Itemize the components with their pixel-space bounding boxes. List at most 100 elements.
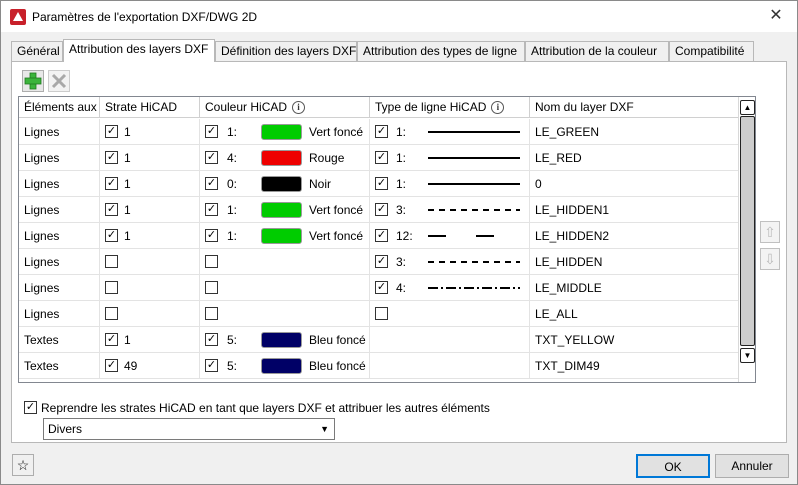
delete-x-icon [51, 73, 67, 89]
add-row-button[interactable] [22, 70, 44, 92]
plus-icon [24, 72, 42, 90]
table-row[interactable]: Lignes ✓ 3: LE_HIDDEN [19, 249, 739, 275]
strate-value: 1 [124, 177, 131, 191]
table-row[interactable]: Textes ✓ 1 ✓ 5: Bleu foncé TXT_YELLOW [19, 327, 739, 353]
checkbox[interactable]: ✓ [105, 125, 118, 138]
color-swatch [261, 124, 302, 140]
checkbox[interactable] [105, 255, 118, 268]
color-swatch [261, 202, 302, 218]
col-type-ligne[interactable]: Type de ligne HiCAD i [370, 97, 530, 118]
close-icon[interactable]: ✕ [763, 5, 789, 27]
cell-couleur: ✓ 1: Vert foncé [200, 197, 370, 223]
info-icon[interactable]: i [292, 101, 306, 115]
checkbox[interactable]: ✓ [105, 229, 118, 242]
checkbox[interactable]: ✓ [105, 333, 118, 346]
checkbox[interactable]: ✓ [205, 359, 218, 372]
strate-value: 1 [124, 151, 131, 165]
scroll-down-icon[interactable]: ▼ [740, 348, 755, 363]
tab-general[interactable]: Général [11, 41, 63, 62]
checkbox[interactable]: ✓ [205, 125, 218, 138]
color-number: 0: [227, 177, 238, 191]
strate-value: 1 [124, 333, 131, 347]
checkbox[interactable]: ✓ [105, 203, 118, 216]
checkbox[interactable] [375, 307, 388, 320]
checkbox[interactable]: ✓ [205, 151, 218, 164]
cancel-button[interactable]: Annuler [715, 454, 789, 478]
tab-attribution-types-ligne[interactable]: Attribution des types de ligne [357, 41, 525, 62]
checkbox[interactable]: ✓ [375, 203, 388, 216]
cell-strate: ✓ 1 [100, 145, 200, 171]
scroll-up-icon[interactable]: ▲ [740, 100, 755, 115]
col-nom-layer[interactable]: Nom du layer DXF [530, 97, 739, 118]
table-row[interactable]: Lignes LE_ALL [19, 301, 739, 327]
cell-type-ligne: ✓ 1: [370, 145, 530, 171]
color-number: 1: [227, 229, 238, 243]
color-swatch [261, 332, 302, 348]
checkbox[interactable]: ✓ [105, 177, 118, 190]
cell-layer-name: LE_GREEN [530, 119, 739, 145]
color-number: 5: [227, 359, 238, 373]
checkbox[interactable]: ✓ [375, 281, 388, 294]
checkbox[interactable]: ✓ [205, 333, 218, 346]
checkbox[interactable]: ✓ [105, 359, 118, 372]
table-row[interactable]: Lignes ✓ 1 ✓ 1: Vert foncé ✓ 3: LE_HIDDEN1 [19, 197, 739, 223]
cell-type-ligne [370, 353, 530, 379]
checkbox[interactable]: ✓ [205, 229, 218, 242]
table-row[interactable]: Lignes ✓ 1 ✓ 0: Noir ✓ 1: 0 [19, 171, 739, 197]
scroll-thumb[interactable] [740, 116, 755, 346]
tab-compatibilite[interactable]: Compatibilité [669, 41, 754, 62]
layer-table: Éléments aux Strate HiCAD Couleur HiCAD i… [18, 96, 756, 383]
table-row[interactable]: Textes ✓ 49 ✓ 5: Bleu foncé TXT_DIM49 [19, 353, 739, 379]
checkbox[interactable] [205, 307, 218, 320]
checkbox[interactable] [205, 281, 218, 294]
move-up-button[interactable]: ⇧ [760, 221, 780, 243]
color-swatch [261, 228, 302, 244]
checkbox[interactable] [105, 281, 118, 294]
cell-type-ligne: ✓ 3: [370, 197, 530, 223]
checkbox[interactable]: ✓ [375, 255, 388, 268]
col-couleur[interactable]: Couleur HiCAD i [200, 97, 370, 118]
table-row[interactable]: Lignes ✓ 1 ✓ 1: Vert foncé ✓ 1: LE_GREEN [19, 119, 739, 145]
checkbox[interactable]: ✓ [205, 203, 218, 216]
move-down-button[interactable]: ⇩ [760, 248, 780, 270]
tab-definition-layers[interactable]: Définition des layers DXF [215, 41, 357, 62]
cell-strate [100, 301, 200, 327]
linetype-number: 3: [396, 255, 407, 269]
window-title: Paramètres de l'exportation DXF/DWG 2D [32, 10, 258, 24]
dropdown-value: Divers [48, 422, 83, 436]
cell-element: Lignes [19, 171, 100, 197]
color-name: Bleu foncé [309, 359, 366, 373]
checkbox[interactable]: ✓ [375, 177, 388, 190]
tab-attribution-layers[interactable]: Attribution des layers DXF [63, 39, 215, 62]
favorite-star-button[interactable]: ☆ [12, 454, 34, 476]
checkbox[interactable]: ✓ [375, 151, 388, 164]
ok-button[interactable]: OK [636, 454, 710, 478]
table-row[interactable]: Lignes ✓ 1 ✓ 4: Rouge ✓ 1: LE_RED [19, 145, 739, 171]
reprendre-checkbox[interactable]: ✓ [24, 401, 37, 414]
col-elements[interactable]: Éléments aux [19, 97, 100, 118]
linetype-preview [428, 235, 520, 237]
checkbox[interactable]: ✓ [205, 177, 218, 190]
cell-layer-name: LE_HIDDEN2 [530, 223, 739, 249]
checkbox[interactable]: ✓ [105, 151, 118, 164]
divers-dropdown[interactable]: Divers ▼ [43, 418, 335, 440]
checkbox[interactable] [205, 255, 218, 268]
color-name: Vert foncé [309, 125, 364, 139]
cell-couleur: ✓ 1: Vert foncé [200, 119, 370, 145]
tab-attribution-couleur[interactable]: Attribution de la couleur [525, 41, 669, 62]
table-row[interactable]: Lignes ✓ 1 ✓ 1: Vert foncé ✓ 12: LE_HIDDEN2 [19, 223, 739, 249]
vertical-scrollbar[interactable]: ▲ ▼ [738, 97, 755, 382]
color-name: Vert foncé [309, 203, 364, 217]
delete-row-button[interactable] [48, 70, 70, 92]
checkbox[interactable]: ✓ [375, 125, 388, 138]
checkbox[interactable] [105, 307, 118, 320]
info-icon[interactable]: i [491, 101, 505, 115]
cell-layer-name: LE_RED [530, 145, 739, 171]
linetype-number: 12: [396, 229, 413, 243]
table-row[interactable]: Lignes ✓ 4: LE_MIDDLE [19, 275, 739, 301]
checkbox[interactable]: ✓ [375, 229, 388, 242]
strate-value: 1 [124, 125, 131, 139]
linetype-preview [428, 261, 520, 263]
tab-panel: Éléments aux Strate HiCAD Couleur HiCAD i… [11, 61, 787, 443]
col-strate[interactable]: Strate HiCAD [100, 97, 200, 118]
